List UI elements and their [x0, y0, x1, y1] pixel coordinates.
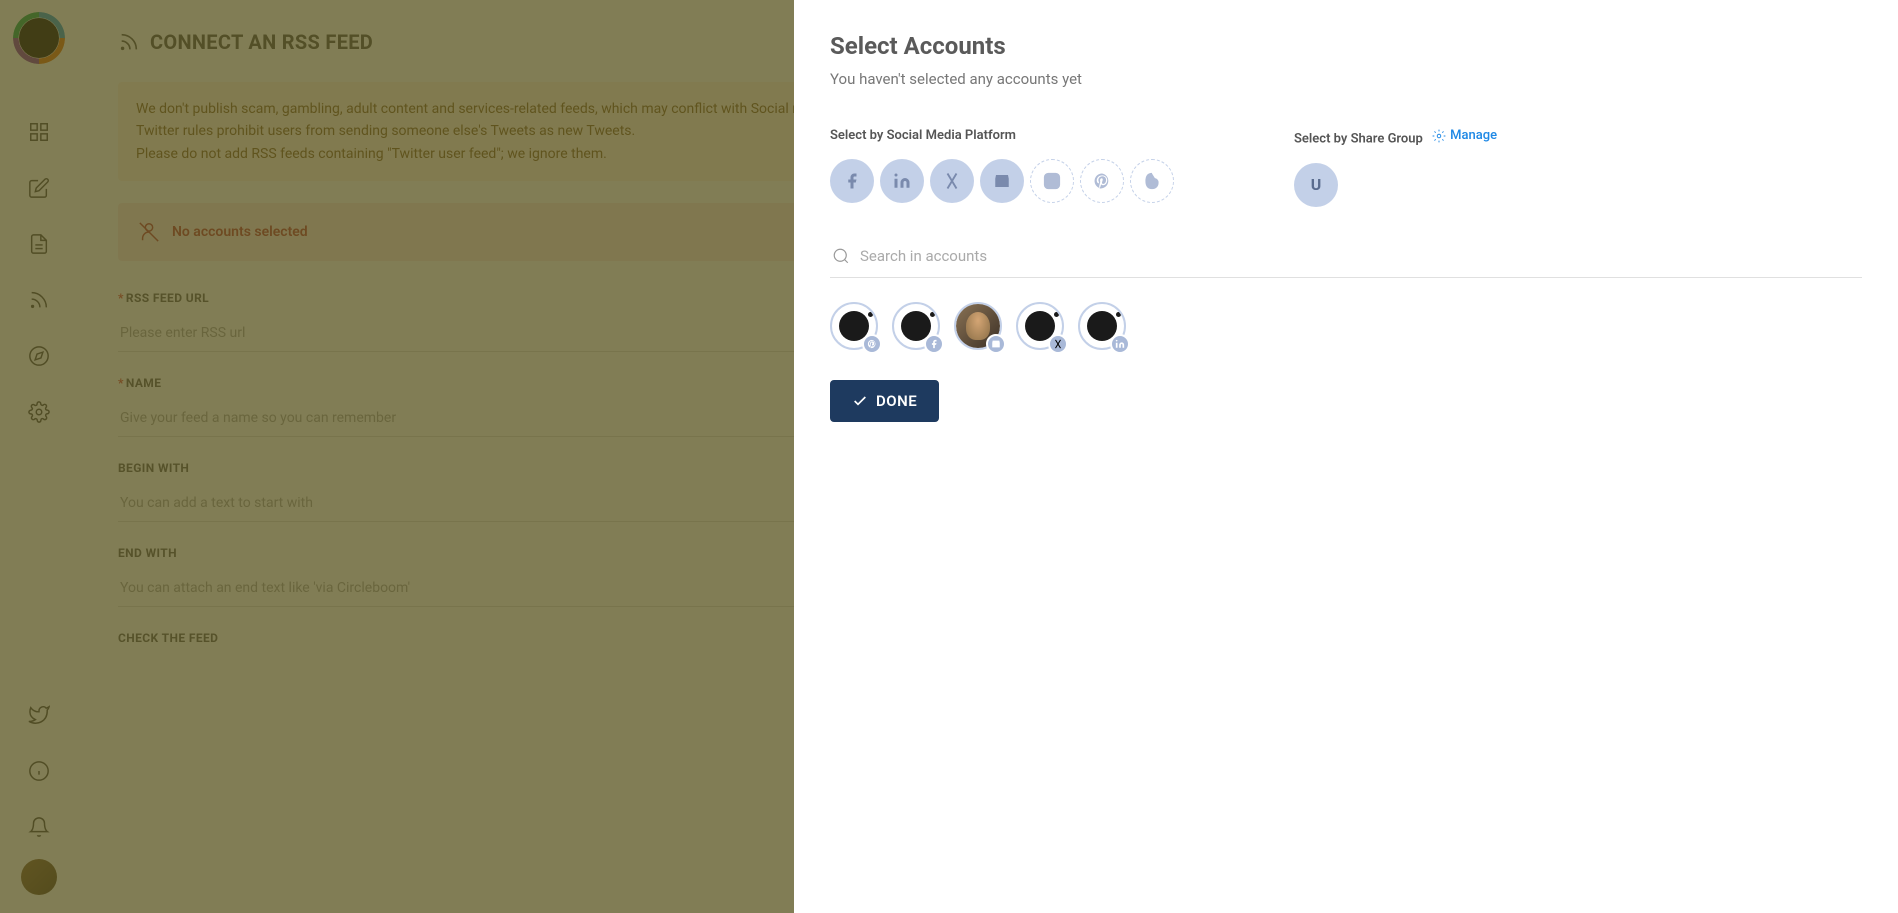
gear-icon — [1432, 129, 1446, 143]
platform-twitter-x[interactable] — [930, 159, 974, 203]
manage-link[interactable]: Manage — [1432, 128, 1497, 143]
panel-subtitle: You haven't selected any accounts yet — [830, 70, 1862, 88]
account-chip[interactable] — [830, 302, 878, 350]
account-chip[interactable] — [1016, 302, 1064, 350]
done-button[interactable]: DONE — [830, 380, 939, 422]
platform-linkedin[interactable] — [880, 159, 924, 203]
select-by-platform: Select by Social Media Platform — [830, 128, 1174, 203]
google-business-badge-icon — [986, 334, 1006, 354]
account-chip[interactable] — [954, 302, 1002, 350]
platform-threads[interactable] — [1130, 159, 1174, 203]
account-chip[interactable] — [1078, 302, 1126, 350]
select-by-group: Select by Share Group Manage U — [1294, 128, 1497, 207]
facebook-badge-icon — [924, 334, 944, 354]
select-platform-label: Select by Social Media Platform — [830, 128, 1174, 143]
platform-facebook[interactable] — [830, 159, 874, 203]
select-accounts-panel: Select Accounts You haven't selected any… — [794, 0, 1898, 913]
group-button[interactable]: U — [1294, 163, 1338, 207]
platform-google-business[interactable] — [980, 159, 1024, 203]
twitter-x-badge-icon — [1048, 334, 1068, 354]
linkedin-badge-icon — [1110, 334, 1130, 354]
select-group-label: Select by Share Group Manage — [1294, 128, 1497, 147]
search-icon — [832, 247, 850, 265]
search-row — [830, 237, 1862, 278]
check-icon — [852, 393, 868, 409]
search-input[interactable] — [860, 247, 1860, 265]
platform-pinterest[interactable] — [1080, 159, 1124, 203]
pinterest-badge-icon — [862, 334, 882, 354]
account-chip[interactable] — [892, 302, 940, 350]
account-list — [830, 302, 1862, 350]
platform-instagram[interactable] — [1030, 159, 1074, 203]
panel-title: Select Accounts — [830, 32, 1862, 60]
